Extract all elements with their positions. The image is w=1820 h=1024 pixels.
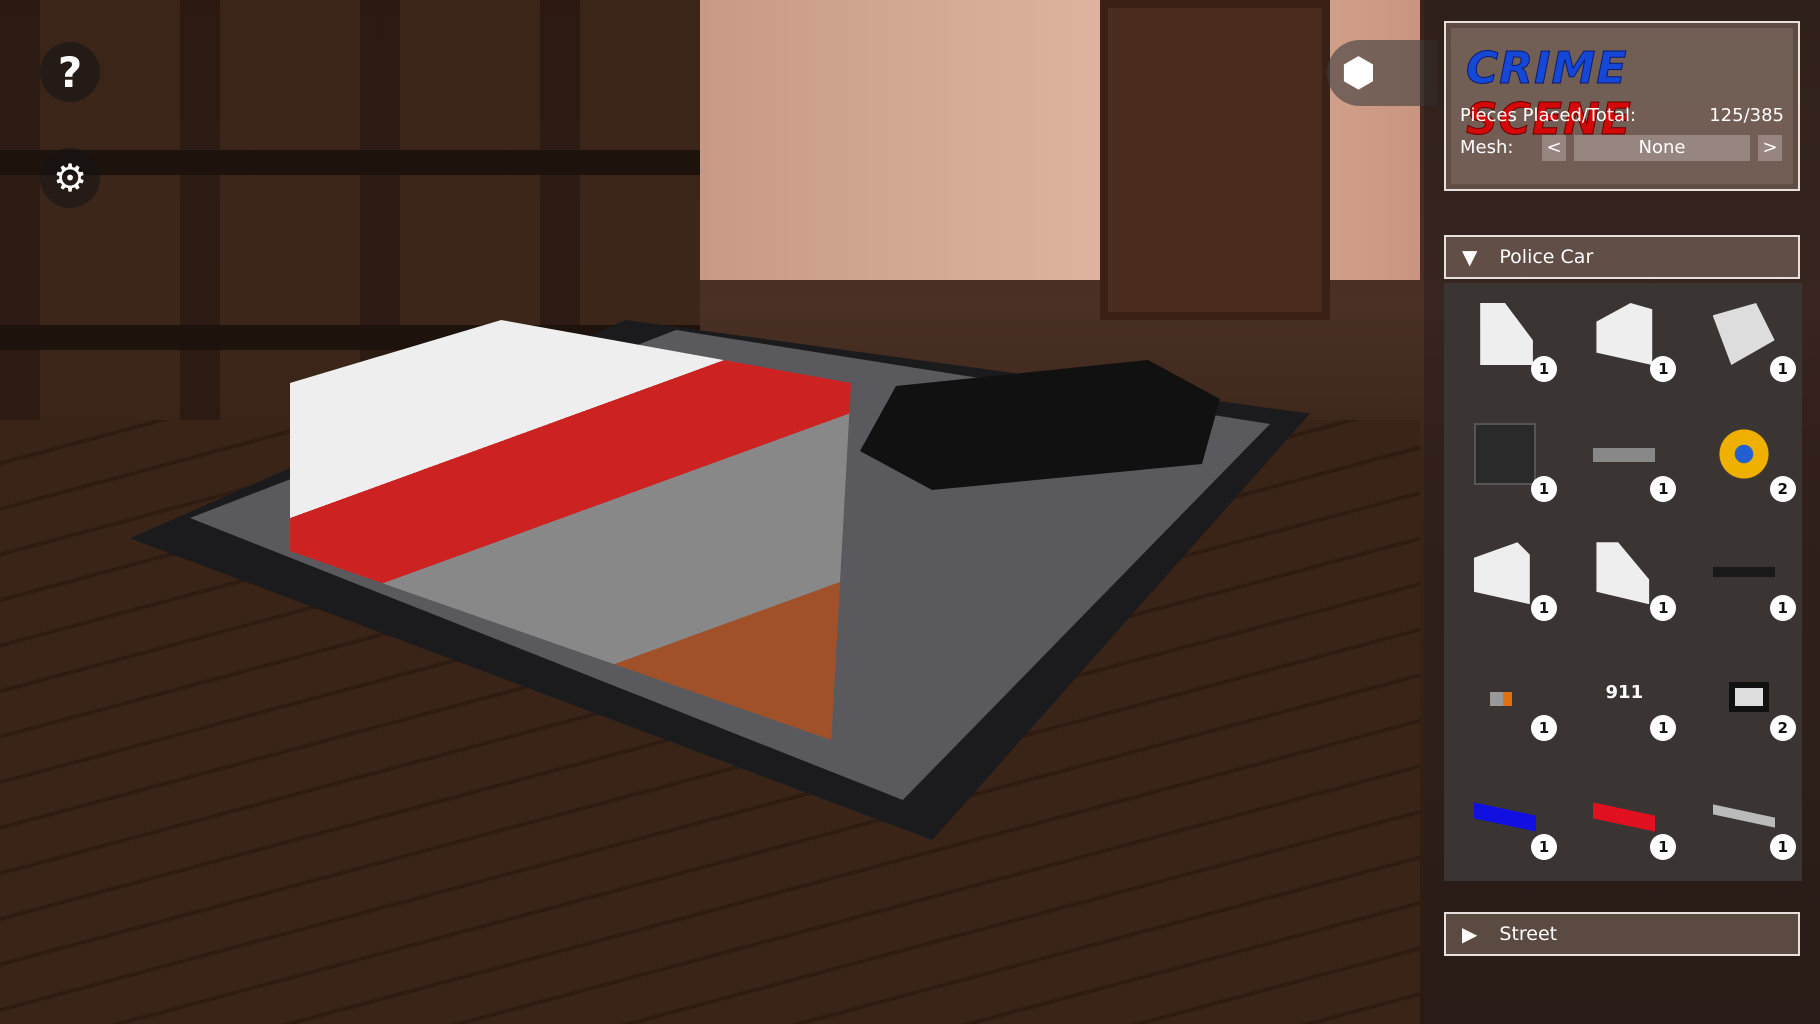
piece-count-badge: 1 <box>1650 834 1677 861</box>
collapse-triangle-icon: ▶ <box>1462 922 1478 946</box>
help-button[interactable]: ? <box>40 42 100 102</box>
piece-count-badge: 1 <box>1650 595 1677 622</box>
piece-hood[interactable]: 1 <box>1683 283 1802 403</box>
door-ce-emblem-icon <box>1596 542 1650 605</box>
mirror-icon <box>1728 681 1769 712</box>
piece-count-badge: 1 <box>1531 595 1557 622</box>
piece-count-badge: 1 <box>1531 714 1557 741</box>
piece-vent-strip[interactable]: 1 <box>1683 522 1802 642</box>
settings-button[interactable]: ⚙ <box>40 148 100 208</box>
piece-grille[interactable]: 1 <box>1444 403 1563 523</box>
inventory-button[interactable]: ⬢ <box>1327 40 1437 106</box>
piece-count-badge: 1 <box>1769 834 1796 861</box>
911-decal-icon: 911 <box>1605 681 1644 703</box>
expand-triangle-icon: ▼ <box>1462 245 1478 269</box>
piece-door-ce-emblem[interactable]: 1 <box>1563 522 1682 642</box>
tail-light-icon <box>1490 691 1512 706</box>
mesh-select[interactable]: None <box>1574 135 1750 161</box>
piece-door-poli[interactable]: 1 <box>1563 283 1682 403</box>
gear-icon: ⚙ <box>52 156 88 200</box>
door-lice-icon <box>1480 303 1533 365</box>
grille-icon <box>1474 422 1536 485</box>
piece-red-siren[interactable]: 1 <box>1563 761 1682 881</box>
piece-count-badge: 1 <box>1769 595 1796 622</box>
piece-light-bar[interactable]: 1 <box>1683 761 1802 881</box>
pieces-label: Pieces Placed/Total: <box>1460 105 1637 126</box>
blue-siren-icon <box>1474 802 1536 832</box>
piece-911-decal[interactable]: 911 1 <box>1563 642 1682 762</box>
piece-door-lice[interactable]: 1 <box>1444 283 1563 403</box>
piece-blue-siren[interactable]: 1 <box>1444 761 1563 881</box>
section-street[interactable]: ▶ Street <box>1444 912 1800 956</box>
door <box>1100 0 1330 320</box>
piece-count-badge: 1 <box>1769 356 1796 382</box>
piece-count-badge: 1 <box>1531 356 1557 382</box>
piece-count-badge: 1 <box>1650 356 1677 382</box>
section-label: Police Car <box>1499 246 1594 268</box>
hood-icon <box>1712 303 1775 365</box>
piece-count-badge: 2 <box>1769 714 1796 741</box>
piece-mirror[interactable]: 2 <box>1683 642 1802 762</box>
piece-bumper[interactable]: 1 <box>1563 403 1682 523</box>
door-poli-icon <box>1596 303 1653 365</box>
help-icon: ? <box>57 47 83 97</box>
pieces-value: 125/385 <box>1709 105 1784 126</box>
piece-count-badge: 1 <box>1650 714 1677 741</box>
crime-scene-logo: CRIME SCENE <box>1465 43 1632 146</box>
piece-door-po-emblem[interactable]: 1 <box>1444 522 1563 642</box>
pieces-grid: 1 1 1 1 1 2 1 1 1 1 911 1 2 1 1 1 <box>1444 283 1802 881</box>
piece-count-badge: 2 <box>1769 475 1796 502</box>
piece-tail-light[interactable]: 1 <box>1444 642 1563 762</box>
piece-count-badge: 1 <box>1531 834 1557 861</box>
mesh-next-button[interactable]: > <box>1758 135 1782 161</box>
bumper-icon <box>1593 447 1656 462</box>
section-police-car[interactable]: ▼ Police Car <box>1444 235 1800 279</box>
red-siren-icon <box>1593 802 1656 832</box>
mesh-label: Mesh: <box>1460 137 1514 158</box>
badge-emblem-icon <box>1712 422 1775 485</box>
info-box: CRIME SCENE Pieces Placed/Total: 125/385… <box>1444 21 1800 191</box>
light-bar-icon <box>1712 804 1775 828</box>
mesh-prev-button[interactable]: < <box>1542 135 1566 161</box>
piece-count-badge: 1 <box>1531 475 1557 502</box>
cube-icon: ⬢ <box>1341 50 1376 96</box>
piece-count-badge: 1 <box>1650 475 1677 502</box>
vent-strip-icon <box>1712 567 1775 578</box>
section-label: Street <box>1499 923 1558 945</box>
piece-badge-emblem[interactable]: 2 <box>1683 403 1802 523</box>
door-po-emblem-icon <box>1474 542 1530 605</box>
